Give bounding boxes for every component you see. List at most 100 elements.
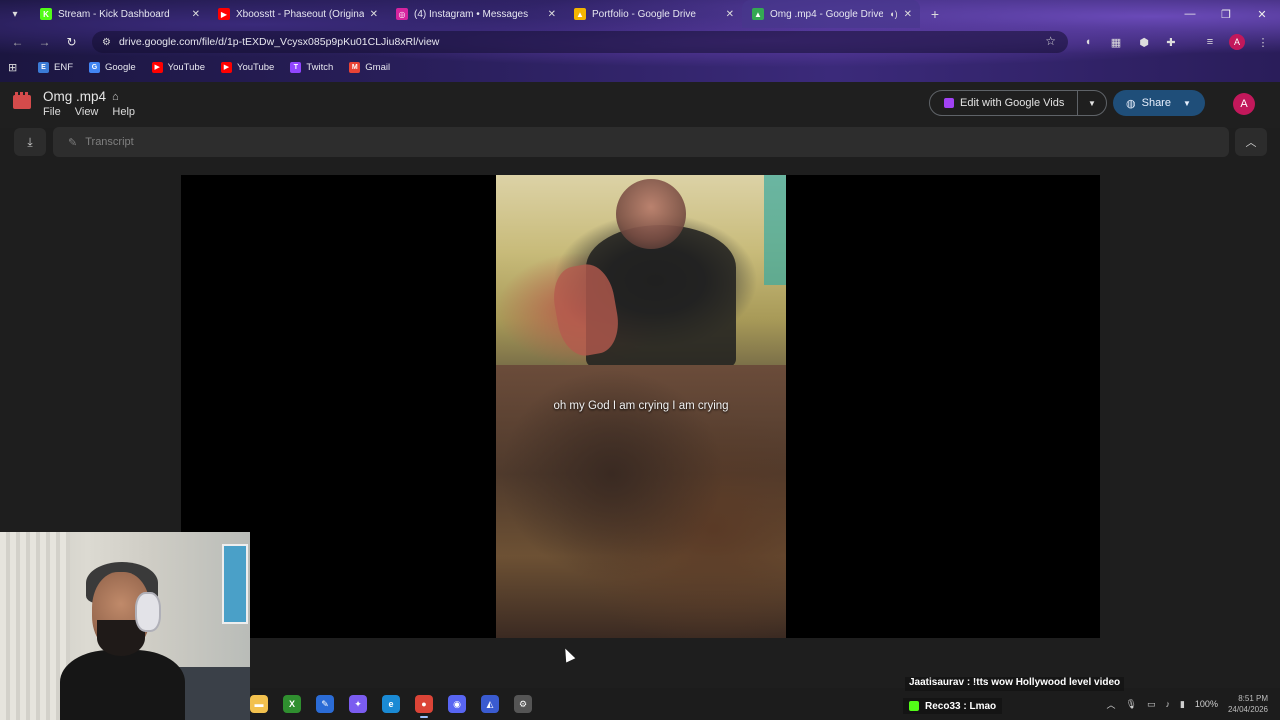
chevron-down-icon[interactable]: ▼ <box>1078 99 1106 108</box>
person-head <box>616 179 686 249</box>
menu-file[interactable]: File <box>43 106 61 118</box>
copilot-icon[interactable]: ✦ <box>349 695 367 713</box>
apps-grid-icon[interactable]: ⊞ <box>8 61 28 74</box>
extension-badge-icon[interactable]: ⬢ <box>1133 29 1155 55</box>
chrome-icon[interactable]: ● <box>415 695 433 718</box>
bookmark-label: YouTube <box>167 61 205 73</box>
new-tab-button[interactable]: + <box>920 6 950 22</box>
back-icon[interactable]: ← <box>4 29 31 55</box>
bookmark-star-icon[interactable]: ☆ <box>1045 34 1056 48</box>
close-tab-icon[interactable]: ✕ <box>904 9 912 20</box>
bookmark-label: Gmail <box>365 61 391 73</box>
tab-0[interactable]: K Stream - Kick Dashboard ✕ <box>30 0 208 28</box>
file-explorer-icon[interactable]: ▬ <box>250 695 268 713</box>
bookmark-0[interactable]: E ENF <box>32 57 79 77</box>
minimize-icon[interactable]: — <box>1172 0 1208 28</box>
browser-menu-icon[interactable]: ⋮ <box>1252 29 1274 55</box>
close-window-icon[interactable]: ✕ <box>1244 0 1280 28</box>
tab-title: Xboosstt - Phaseout (Original <box>236 8 364 20</box>
extensions-puzzle-icon[interactable]: ✚ <box>1160 29 1182 55</box>
address-row: ← → ↻ ⚙ drive.google.com/file/d/1p-tEXDw… <box>0 29 1280 55</box>
add-to-drive-icon[interactable]: ⌂ <box>112 91 119 103</box>
clock-date: 24/04/2026 <box>1227 705 1268 714</box>
clock-time: 8:51 PM <box>1238 694 1268 703</box>
browser-chrome: ▾ K Stream - Kick Dashboard ✕ ▶ Xboosstt - P… <box>0 0 1280 82</box>
google-vids-icon <box>944 98 954 108</box>
video-caption: oh my God I am crying I am crying <box>553 400 729 412</box>
xbox-icon[interactable]: X <box>283 695 301 713</box>
display-icon[interactable]: ▭ <box>1147 699 1156 710</box>
mouse-cursor-icon <box>560 646 576 663</box>
bookmark-1[interactable]: G Google <box>83 57 142 77</box>
kick-icon <box>909 701 919 711</box>
drive-icon: ▲ <box>574 8 586 20</box>
share-button[interactable]: ◍ Share ▼ <box>1113 90 1205 116</box>
chevron-up-icon[interactable]: ︿ <box>1235 128 1267 156</box>
video-file-icon <box>13 92 31 109</box>
battery-icon[interactable]: ▮ <box>1180 699 1185 710</box>
restore-icon[interactable]: ❐ <box>1208 0 1244 28</box>
volume-icon[interactable]: ♪ <box>1165 699 1170 709</box>
bookmark-2[interactable]: ▶ YouTube <box>146 57 211 77</box>
discord-icon[interactable]: ◉ <box>448 695 466 713</box>
bookmark-4[interactable]: T Twitch <box>284 57 339 77</box>
tab-title: Portfolio - Google Drive <box>592 8 696 20</box>
tab-search-icon[interactable]: ▾ <box>0 0 30 28</box>
edit-app-icon[interactable]: ✎ <box>316 695 334 713</box>
media-control-icon[interactable]: ≡ <box>1199 29 1221 55</box>
clock[interactable]: 8:51 PM 24/04/2026 <box>1228 693 1268 715</box>
bookmark-3[interactable]: ▶ YouTube <box>215 57 280 77</box>
bookmark-5[interactable]: M Gmail <box>343 57 396 77</box>
site-info-icon[interactable]: ⚙ <box>102 37 111 48</box>
tab-audio-icon[interactable]: ◖) <box>889 9 897 19</box>
chat-message-text: Reco33 : Lmao <box>925 700 997 712</box>
address-bar[interactable]: ⚙ drive.google.com/file/d/1p-tEXDw_Vcysx… <box>92 31 1068 53</box>
close-tab-icon[interactable]: ✕ <box>548 9 556 20</box>
arc-app-icon[interactable]: ◭ <box>481 695 499 713</box>
bookmark-label: ENF <box>54 61 73 73</box>
reload-icon[interactable]: ↻ <box>58 29 85 55</box>
close-tab-icon[interactable]: ✕ <box>192 9 200 20</box>
extension-grid-icon[interactable]: ▦ <box>1105 29 1127 55</box>
edit-with-vids-button[interactable]: Edit with Google Vids ▼ <box>929 90 1107 116</box>
screen: ▾ K Stream - Kick Dashboard ✕ ▶ Xboosstt - P… <box>0 0 1280 720</box>
share-options-chevron-icon[interactable]: ▼ <box>1183 99 1191 108</box>
tray-chevron-icon[interactable]: ︿ <box>1107 698 1116 711</box>
chat-message: Reco33 : Lmao <box>903 698 1003 714</box>
menu-help[interactable]: Help <box>112 106 135 118</box>
video-frame[interactable]: oh my God I am crying I am crying <box>496 175 786 638</box>
battery-percent: 100% <box>1194 699 1218 709</box>
download-icon[interactable]: ⤓ <box>14 128 46 156</box>
google-icon: G <box>89 61 100 73</box>
edge-icon[interactable]: e <box>382 695 400 713</box>
close-tab-icon[interactable]: ✕ <box>726 9 734 20</box>
url-text: drive.google.com/file/d/1p-tEXDw_Vcysx08… <box>118 36 440 48</box>
extension-audio-icon[interactable]: ◖ <box>1077 29 1099 55</box>
close-tab-icon[interactable]: ✕ <box>370 9 378 20</box>
webcam-overlay <box>0 532 250 720</box>
transcript-bar[interactable]: ✎ Transcript <box>53 127 1229 157</box>
tab-3[interactable]: ▲ Portfolio - Google Drive ✕ <box>564 0 742 28</box>
mic-icon[interactable]: 🎙 <box>1126 699 1137 710</box>
tab-1[interactable]: ▶ Xboosstt - Phaseout (Original ✕ <box>208 0 386 28</box>
system-tray: ︿ 🎙 ▭ ♪ ▮ 100% 8:51 PM 24/04/2026 <box>1107 688 1280 720</box>
account-avatar[interactable]: A <box>1233 93 1255 115</box>
webcam-wall-art <box>222 544 248 624</box>
youtube-icon: ▶ <box>151 61 163 73</box>
profile-avatar[interactable]: A <box>1229 34 1245 50</box>
headphones-icon <box>135 592 161 632</box>
forward-icon[interactable]: → <box>31 29 58 55</box>
gmail-icon: M <box>349 61 361 73</box>
file-name-text: Omg .mp4 <box>43 89 107 104</box>
video-player[interactable]: oh my God I am crying I am crying <box>181 175 1100 638</box>
settings-app-icon[interactable]: ⚙ <box>514 695 532 713</box>
youtube-icon: ▶ <box>220 61 232 73</box>
twitch-icon: T <box>290 61 302 73</box>
tab-2[interactable]: ◎ (4) Instagram • Messages ✕ <box>386 0 564 28</box>
tab-4[interactable]: ▲ Omg .mp4 - Google Drive ◖) ✕ <box>742 0 920 28</box>
kick-icon: K <box>40 8 52 20</box>
transcript-label: Transcript <box>85 136 134 148</box>
transcript-icon: ✎ <box>68 136 78 149</box>
tab-title: Omg .mp4 - Google Drive <box>770 8 884 20</box>
menu-view[interactable]: View <box>75 106 99 118</box>
